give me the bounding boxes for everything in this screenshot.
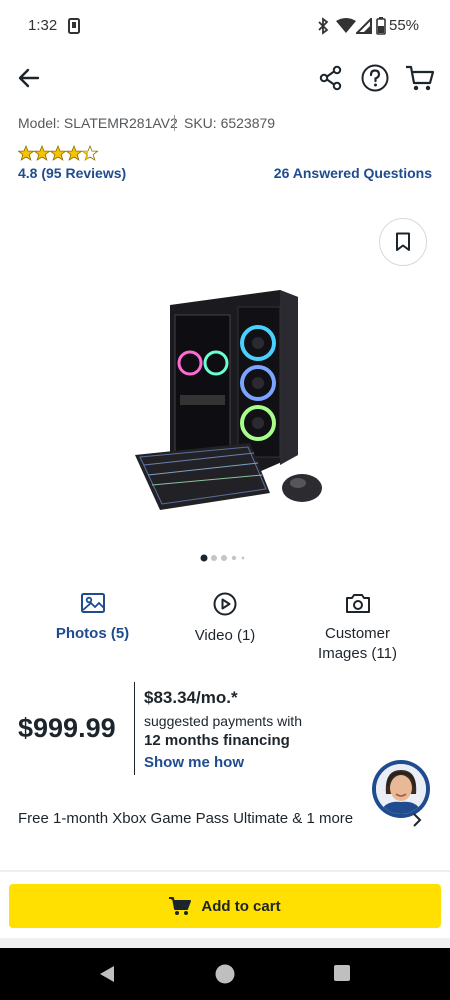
- nav-back-icon[interactable]: [97, 964, 117, 984]
- help-icon[interactable]: [361, 64, 389, 92]
- sku-number: SKU: 6523879: [184, 115, 276, 131]
- star-half-icon: [82, 145, 98, 161]
- star-icon: [66, 145, 82, 161]
- star-icon: [50, 145, 66, 161]
- tab-video[interactable]: Video (1): [175, 592, 275, 646]
- app-bar: [0, 52, 450, 104]
- star-icon: [18, 145, 34, 161]
- wifi-icon: [336, 18, 356, 33]
- carousel-dot: [241, 556, 245, 560]
- product-price: $999.99: [18, 713, 116, 743]
- agent-avatar: [376, 764, 426, 814]
- system-nav-bar: [0, 948, 450, 1000]
- tab-customer-images[interactable]: Customer Images (11): [300, 592, 415, 664]
- cart-icon: [169, 896, 192, 916]
- section-divider: [0, 870, 450, 872]
- carousel-dot-active: [200, 554, 208, 562]
- bluetooth-icon: [318, 17, 329, 35]
- notification-icon: [68, 18, 80, 34]
- monthly-price: $83.34/mo.*: [144, 688, 238, 707]
- status-time: 1:32: [28, 17, 58, 34]
- save-bookmark-button[interactable]: [379, 218, 427, 266]
- signal-icon: [356, 18, 372, 34]
- nav-home-icon[interactable]: [214, 963, 236, 985]
- promo-offer[interactable]: Free 1-month Xbox Game Pass Ultimate & 1…: [18, 810, 353, 827]
- agent-avatar-icon: [376, 764, 426, 814]
- footer-spacer: [0, 938, 450, 948]
- chat-agent-button[interactable]: [372, 760, 430, 818]
- bookmark-icon: [396, 232, 410, 251]
- add-to-cart-label: Add to cart: [201, 897, 281, 915]
- carousel-dot: [221, 555, 227, 561]
- add-to-cart-button[interactable]: Add to cart: [9, 884, 441, 928]
- battery-percent: 55%: [389, 17, 420, 34]
- cart-icon[interactable]: [405, 64, 435, 92]
- star-rating: [18, 145, 98, 161]
- back-arrow-icon[interactable]: [16, 65, 42, 91]
- product-image[interactable]: [130, 285, 330, 525]
- model-sku-divider: [174, 115, 175, 131]
- play-icon: [213, 592, 237, 616]
- nav-recents-icon[interactable]: [333, 964, 351, 982]
- financing-term: 12 months financing: [144, 732, 290, 749]
- battery-icon: [376, 17, 386, 35]
- price-divider: [134, 682, 135, 775]
- star-icon: [34, 145, 50, 161]
- tab-photos-label: Photos (5): [55, 625, 130, 642]
- suggested-payments-text: suggested payments with: [144, 713, 302, 729]
- chevron-right-icon: [413, 813, 422, 827]
- share-icon[interactable]: [318, 65, 344, 91]
- photo-icon: [80, 593, 105, 613]
- camera-icon: [345, 594, 370, 613]
- model-number: Model: SLATEMR281AV2: [18, 115, 178, 131]
- tab-customer-images-label: Customer Images (11): [318, 625, 397, 662]
- carousel-indicator: [200, 554, 245, 562]
- carousel-dot: [231, 555, 237, 561]
- carousel-dot: [211, 555, 217, 561]
- show-me-how-link[interactable]: Show me how: [144, 754, 244, 771]
- reviews-link[interactable]: 4.8 (95 Reviews): [18, 165, 126, 181]
- status-bar: 1:32 55%: [0, 0, 450, 52]
- tab-video-label: Video (1): [194, 627, 256, 644]
- tab-photos[interactable]: Photos (5): [40, 592, 145, 644]
- answered-questions-link[interactable]: 26 Answered Questions: [274, 165, 432, 181]
